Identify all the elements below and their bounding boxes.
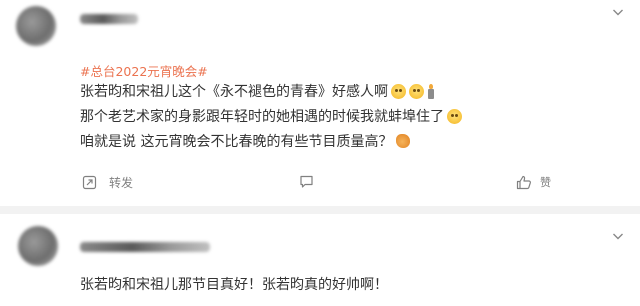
crying-emoji-icon [409, 84, 424, 99]
like-label: 赞 [540, 176, 551, 189]
topic-hashtag-link[interactable]: #总台2022元宵晚会# [80, 61, 208, 80]
chevron-down-icon [613, 9, 623, 16]
avatar[interactable] [16, 6, 56, 46]
crying-emoji-icon [391, 84, 406, 99]
comment-text: 张若昀和宋祖儿这个《永不褪色的青春》好感人啊 [80, 84, 388, 100]
comment-text: 张若昀和宋祖儿那节目真好！张若昀真的好帅啊！ [80, 277, 388, 293]
username-blurred[interactable] [80, 242, 210, 252]
more-options-button[interactable] [612, 230, 624, 242]
comment-icon [300, 175, 313, 188]
action-bar: 转发 赞 [0, 168, 640, 196]
comment-text: 那个老艺术家的身影跟年轻时的她相遇的时候我就蚌埠住了 [80, 109, 444, 125]
chevron-down-icon [613, 233, 623, 240]
avatar[interactable] [18, 226, 58, 266]
comment-button[interactable] [299, 174, 314, 189]
repost-icon [82, 175, 97, 190]
hand-emoji-icon [396, 134, 411, 148]
comment-text-line-2: 那个老艺术家的身影跟年轻时的她相遇的时候我就蚌埠住了 [80, 108, 462, 126]
repost-button[interactable]: 转发 [82, 174, 133, 191]
candle-emoji-icon [427, 84, 435, 99]
like-icon [516, 175, 531, 189]
repost-label: 转发 [109, 176, 134, 190]
like-button[interactable]: 赞 [516, 174, 551, 190]
comment-card-2: 张若昀和宋祖儿那节目真好！张若昀真的好帅啊！ [0, 214, 640, 306]
comment-text: 咱就是说 这元宵晚会不比春晚的有些节目质量高？ [80, 134, 393, 150]
username-blurred[interactable] [80, 14, 138, 24]
crying-emoji-icon [447, 109, 462, 124]
comment-card-1: #总台2022元宵晚会# 张若昀和宋祖儿这个《永不褪色的青春》好感人啊 那个老艺… [0, 0, 640, 206]
comment-text-line-3: 咱就是说 这元宵晚会不比春晚的有些节目质量高？ [80, 133, 411, 151]
divider [0, 206, 640, 214]
more-options-button[interactable] [612, 6, 624, 18]
comment-text-line-1: 张若昀和宋祖儿这个《永不褪色的青春》好感人啊 [80, 83, 435, 101]
